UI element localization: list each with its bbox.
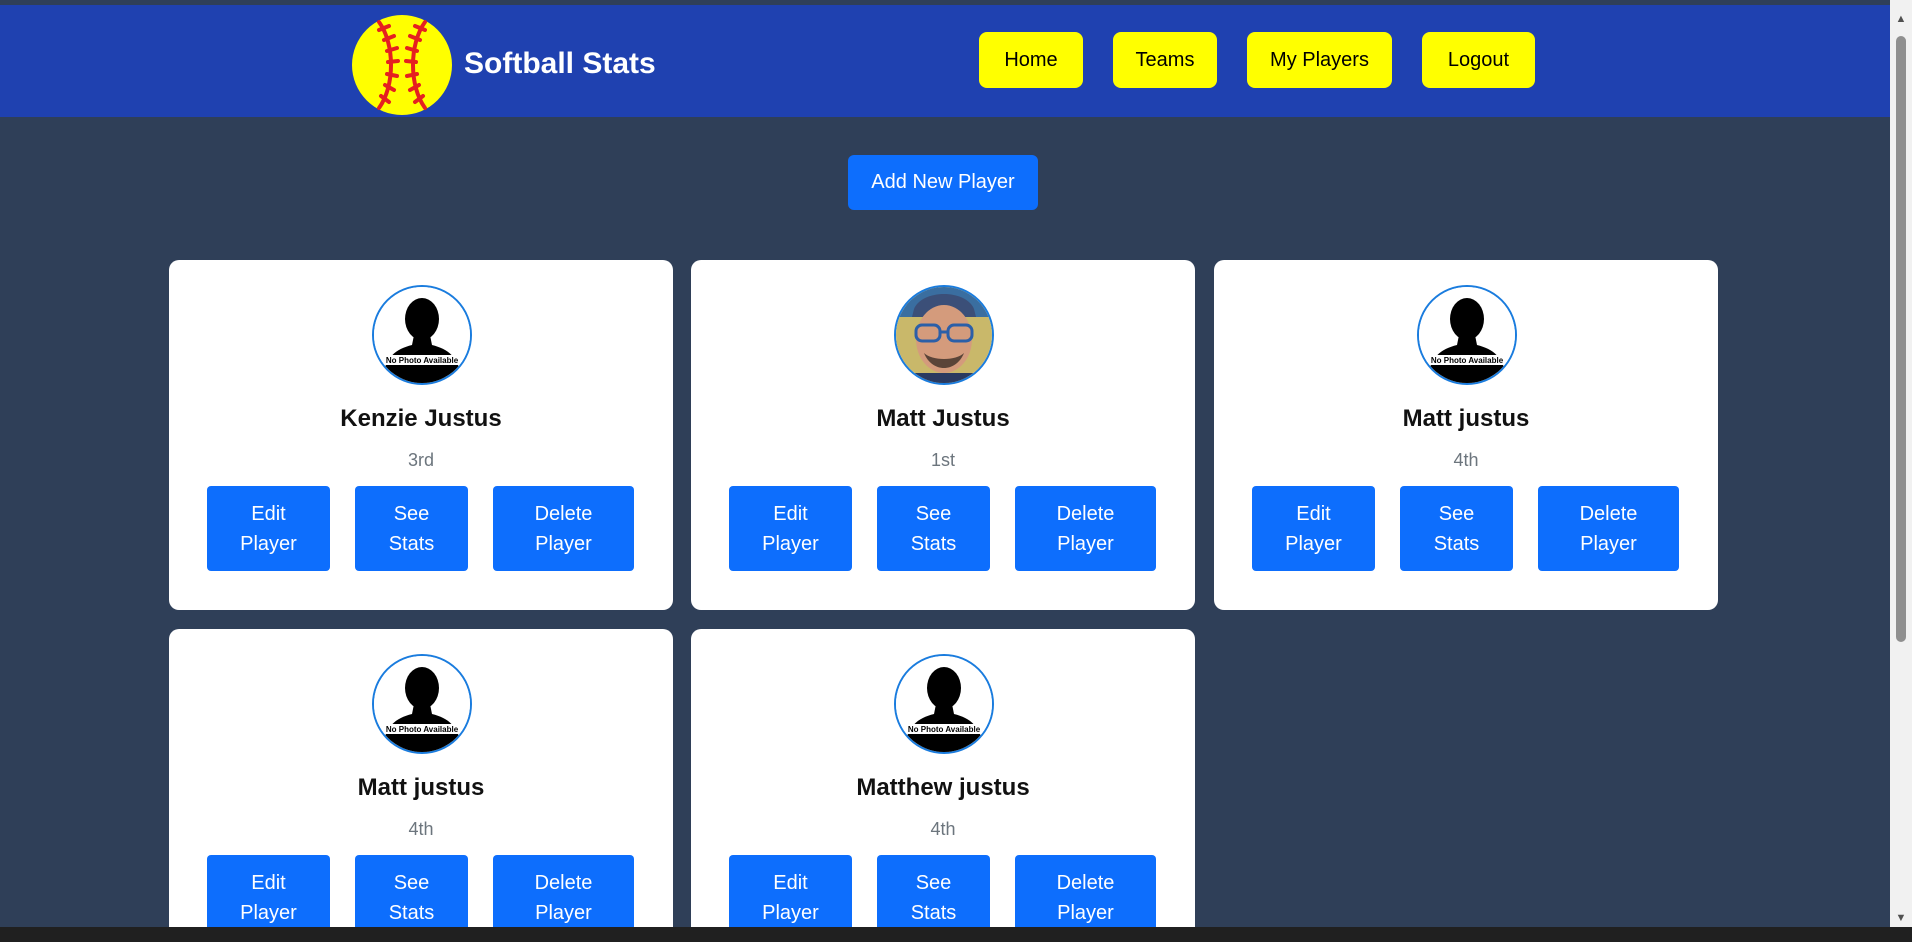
app-title[interactable]: Softball Stats xyxy=(464,44,656,84)
player-card: No Photo Available Matt justus 4th Edit Play… xyxy=(169,629,673,927)
player-name: Matt justus xyxy=(357,774,485,801)
nav-home-button[interactable]: Home xyxy=(979,32,1083,88)
player-name: Matt Justus xyxy=(876,405,1010,432)
edit-player-button-label: Edit xyxy=(1296,502,1331,525)
player-position: 4th xyxy=(408,819,434,839)
silhouette-icon: No Photo Available xyxy=(896,656,992,752)
no-photo-caption: No Photo Available xyxy=(386,725,459,734)
see-stats-button[interactable]: See Stats xyxy=(877,486,990,571)
edit-player-button[interactable]: Edit Player xyxy=(1252,486,1375,571)
edit-player-button-label: Edit xyxy=(251,871,286,894)
edit-player-button-label: Player xyxy=(1285,532,1342,555)
player-avatar: No Photo Available xyxy=(372,654,472,754)
delete-player-button[interactable]: Delete Player xyxy=(493,855,634,927)
edit-player-button-label: Player xyxy=(762,901,819,924)
player-avatar: No Photo Available xyxy=(1417,285,1517,385)
nav-teams-button[interactable]: Teams xyxy=(1113,32,1217,88)
see-stats-button-label: See xyxy=(915,502,952,525)
no-photo-caption: No Photo Available xyxy=(908,725,981,734)
see-stats-button-label: See xyxy=(393,871,430,894)
edit-player-button-label: Edit xyxy=(773,502,808,525)
nav-my-players-button[interactable]: My Players xyxy=(1247,32,1392,88)
delete-player-button-label: Player xyxy=(1057,532,1114,555)
softball-logo-icon[interactable] xyxy=(351,14,453,116)
see-stats-button-label: Stats xyxy=(910,901,957,924)
player-avatar xyxy=(894,285,994,385)
player-name: Kenzie Justus xyxy=(340,405,502,432)
player-position: 1st xyxy=(930,450,955,470)
chevron-down-icon[interactable]: ▼ xyxy=(1890,909,1912,927)
player-card: No Photo Available Kenzie Justus 3rd Edit Pl… xyxy=(169,260,673,610)
player-card: Matt Justus 1st Edit Player See Stats Delete Pl… xyxy=(691,260,1195,610)
see-stats-button-label: Stats xyxy=(388,901,435,924)
player-position: 4th xyxy=(930,819,956,839)
delete-player-button-label: Delete xyxy=(534,871,593,894)
see-stats-button[interactable]: See Stats xyxy=(1400,486,1513,571)
edit-player-button[interactable]: Edit Player xyxy=(207,486,330,571)
scrollbar-thumb[interactable] xyxy=(1896,36,1906,642)
edit-player-button-label: Player xyxy=(240,532,297,555)
delete-player-button-label: Player xyxy=(1057,901,1114,924)
delete-player-button-label: Player xyxy=(1580,532,1637,555)
see-stats-button[interactable]: See Stats xyxy=(355,486,468,571)
delete-player-button-label: Delete xyxy=(1056,502,1115,525)
silhouette-icon: No Photo Available xyxy=(1419,287,1515,383)
edit-player-button-label: Player xyxy=(240,901,297,924)
navbar: Softball Stats Home Teams My Players Log… xyxy=(0,5,1890,117)
add-new-player-button[interactable]: Add New Player xyxy=(848,155,1038,210)
players-page: Add New Player No Photo Available Kenzie … xyxy=(0,117,1890,927)
edit-player-button-label: Player xyxy=(762,532,819,555)
edit-player-button-label: Edit xyxy=(773,871,808,894)
delete-player-button[interactable]: Delete Player xyxy=(1015,855,1156,927)
player-avatar: No Photo Available xyxy=(372,285,472,385)
player-card: No Photo Available Matthew justus 4th Edit P… xyxy=(691,629,1195,927)
see-stats-button[interactable]: See Stats xyxy=(877,855,990,927)
delete-player-button[interactable]: Delete Player xyxy=(493,486,634,571)
silhouette-icon: No Photo Available xyxy=(374,656,470,752)
chevron-up-icon[interactable]: ▲ xyxy=(1890,10,1912,28)
player-name: Matt justus xyxy=(1402,405,1530,432)
no-photo-caption: No Photo Available xyxy=(1431,356,1504,365)
player-card: No Photo Available Matt justus 4th Edit Play… xyxy=(1214,260,1718,610)
see-stats-button-label: Stats xyxy=(388,532,435,555)
player-position: 4th xyxy=(1453,450,1479,470)
no-photo-caption: No Photo Available xyxy=(386,356,459,365)
edit-player-button[interactable]: Edit Player xyxy=(729,486,852,571)
delete-player-button[interactable]: Delete Player xyxy=(1015,486,1156,571)
edit-player-button[interactable]: Edit Player xyxy=(207,855,330,927)
see-stats-button-label: See xyxy=(1438,502,1475,525)
player-name: Matthew justus xyxy=(856,774,1030,801)
silhouette-icon: No Photo Available xyxy=(374,287,470,383)
edit-player-button-label: Edit xyxy=(251,502,286,525)
delete-player-button-label: Delete xyxy=(534,502,593,525)
vertical-scrollbar[interactable]: ▲ ▼ xyxy=(1890,0,1912,927)
delete-player-button-label: Delete xyxy=(1056,871,1115,894)
see-stats-button-label: Stats xyxy=(1433,532,1480,555)
player-avatar: No Photo Available xyxy=(894,654,994,754)
see-stats-button-label: Stats xyxy=(910,532,957,555)
player-position: 3rd xyxy=(407,450,434,470)
delete-player-button[interactable]: Delete Player xyxy=(1538,486,1679,571)
nav-logout-button[interactable]: Logout xyxy=(1422,32,1535,88)
player-photo xyxy=(896,287,992,383)
see-stats-button-label: See xyxy=(393,502,430,525)
see-stats-button-label: See xyxy=(915,871,952,894)
see-stats-button[interactable]: See Stats xyxy=(355,855,468,927)
delete-player-button-label: Player xyxy=(535,901,592,924)
edit-player-button[interactable]: Edit Player xyxy=(729,855,852,927)
taskbar xyxy=(0,927,1912,942)
delete-player-button-label: Delete xyxy=(1579,502,1638,525)
delete-player-button-label: Player xyxy=(535,532,592,555)
